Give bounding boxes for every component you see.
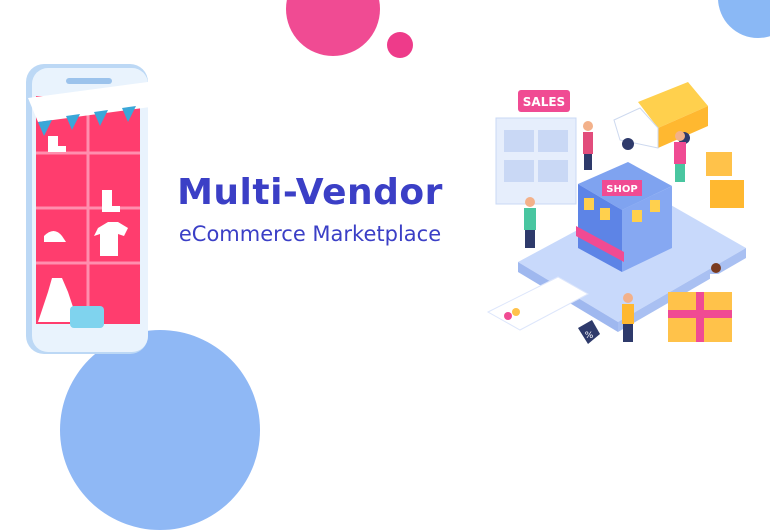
blue-blob-bottom — [60, 330, 260, 530]
discount-tag: % — [585, 331, 594, 341]
sales-sign: SALES — [523, 95, 565, 109]
blue-blob-top-right — [718, 0, 770, 38]
phone-store-illustration — [26, 64, 158, 354]
marketplace-illustration: SALES SHOP % — [486, 82, 746, 344]
shop-sign: SHOP — [606, 184, 637, 195]
pink-blob-small — [387, 32, 413, 58]
pink-blob-large — [286, 0, 380, 56]
